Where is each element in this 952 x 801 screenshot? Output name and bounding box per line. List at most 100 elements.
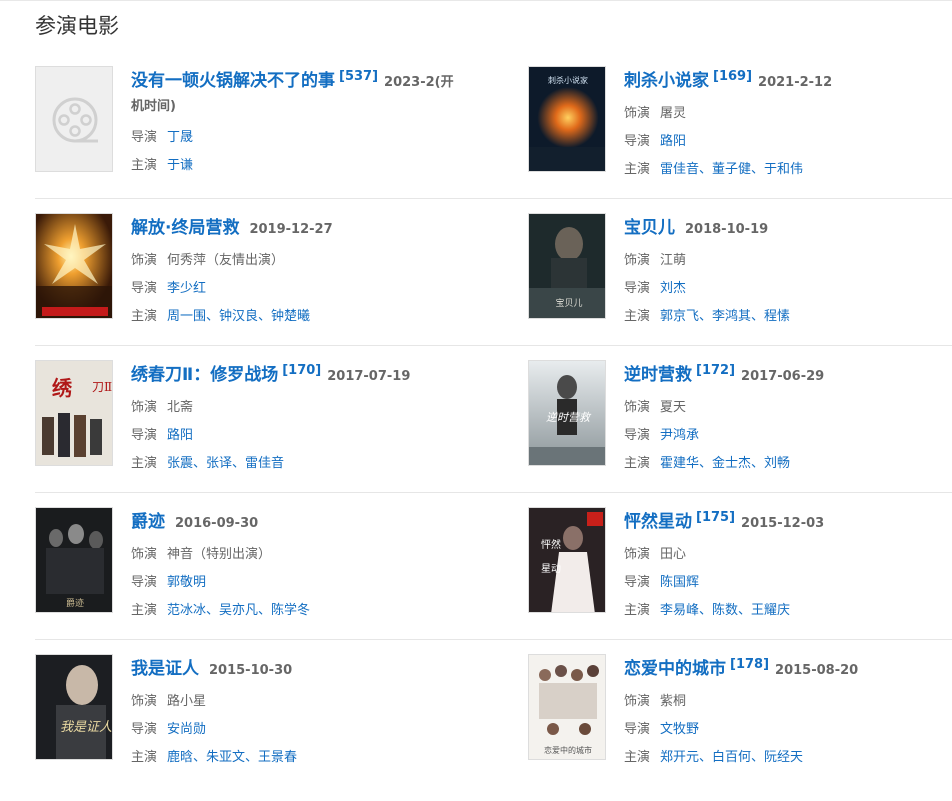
film-row: 绣 刀Ⅱ 绣春刀Ⅱ：修罗战场 [170] 2017-07-19 饰演 北斋 导演 路阳 … xyxy=(35,360,952,493)
director-label: 导演 xyxy=(131,281,158,296)
director-label: 导演 xyxy=(624,575,651,590)
film-count[interactable]: [170] xyxy=(282,363,321,378)
cast-links[interactable]: 霍建华、金士杰、刘畅 xyxy=(660,456,790,471)
poster-lianai: 恋爱中的城市 xyxy=(529,655,605,759)
cast-line: 主演 李易峰、陈数、王耀庆 xyxy=(624,597,952,625)
poster-baobeier: 宝贝儿 xyxy=(529,214,605,318)
poster-image[interactable]: 宝贝儿 xyxy=(528,213,606,319)
svg-text:爵迹: 爵迹 xyxy=(66,597,84,609)
role-label: 饰演 xyxy=(131,694,158,709)
director-link[interactable]: 路阳 xyxy=(660,134,686,149)
director-line: 导演 安尚勋 xyxy=(131,716,461,744)
cast-links[interactable]: 郭京飞、李鸿其、程愫 xyxy=(660,309,790,324)
film-title-link[interactable]: 恋爱中的城市 xyxy=(624,659,726,679)
director-link[interactable]: 李少红 xyxy=(167,281,206,296)
director-link[interactable]: 刘杰 xyxy=(660,281,686,296)
poster-image[interactable] xyxy=(35,213,113,319)
film-item: 没有一顿火锅解决不了的事 [537] 2023-2(开机时间) 导演 丁晟 主演 于谦 xyxy=(35,66,455,173)
director-line: 导演 刘杰 xyxy=(624,275,952,303)
film-date: 2017-06-29 xyxy=(741,369,825,384)
role-line: 饰演 江萌 xyxy=(624,247,952,275)
cast-links[interactable]: 张震、张译、雷佳音 xyxy=(167,456,284,471)
film-item: 绣 刀Ⅱ 绣春刀Ⅱ：修罗战场 [170] 2017-07-19 饰演 北斋 导演 路阳 … xyxy=(35,360,455,471)
role-label: 饰演 xyxy=(624,253,651,268)
director-link[interactable]: 尹鸿承 xyxy=(660,428,699,443)
film-item: 爵迹 爵迹 2016-09-30 饰演 神音（特别出演） 导演 郭敬明 主演 范冰冰、吴… xyxy=(35,507,455,618)
film-item: 怦然 星动 怦然星动 [175] 2015-12-03 饰演 田心 导演 陈国辉 主演李… xyxy=(528,507,948,618)
director-line: 导演 文牧野 xyxy=(624,716,952,744)
film-title-link[interactable]: 爵迹 xyxy=(131,512,165,532)
director-label: 导演 xyxy=(131,722,158,737)
cast-links[interactable]: 范冰冰、吴亦凡、陈学冬 xyxy=(167,603,310,618)
film-title-link[interactable]: 怦然星动 xyxy=(624,512,692,532)
film-title-link[interactable]: 解放·终局营救 xyxy=(131,218,239,238)
director-link[interactable]: 文牧野 xyxy=(660,722,699,737)
film-row: 爵迹 爵迹 2016-09-30 饰演 神音（特别出演） 导演 郭敬明 主演 范冰冰、吴… xyxy=(35,507,952,640)
cast-links[interactable]: 郑开元、白百何、阮经天 xyxy=(660,750,803,765)
director-link[interactable]: 路阳 xyxy=(167,428,193,443)
cast-links[interactable]: 鹿晗、朱亚文、王景春 xyxy=(167,750,297,765)
cast-label: 主演 xyxy=(624,750,651,765)
cast-label: 主演 xyxy=(131,603,158,618)
poster-placeholder[interactable] xyxy=(35,66,113,172)
film-title-link[interactable]: 没有一顿火锅解决不了的事 xyxy=(131,71,335,91)
role-line: 饰演 路小星 xyxy=(131,688,461,716)
svg-text:绣: 绣 xyxy=(52,376,73,400)
cast-line: 主演 张震、张译、雷佳音 xyxy=(131,450,461,478)
poster-image[interactable]: 我是证人 xyxy=(35,654,113,760)
director-link[interactable]: 陈国辉 xyxy=(660,575,699,590)
role-name: 何秀萍（友情出演） xyxy=(167,253,285,268)
cast-line: 主演 郭京飞、李鸿其、程愫 xyxy=(624,303,952,331)
role-line: 饰演 紫桐 xyxy=(624,688,952,716)
film-count[interactable]: [172] xyxy=(696,363,735,378)
film-item: 我是证人 我是证人 2015-10-30 饰演 路小星 导演 安尚勋 主演 鹿晗、朱亚文… xyxy=(35,654,455,765)
poster-image[interactable]: 绣 刀Ⅱ xyxy=(35,360,113,466)
director-line: 导演 陈国辉 xyxy=(624,569,952,597)
role-name: 夏天 xyxy=(660,400,687,415)
film-title-link[interactable]: 宝贝儿 xyxy=(624,218,675,238)
director-line: 导演 路阳 xyxy=(624,128,952,156)
role-name: 紫桐 xyxy=(660,694,687,709)
film-title-link[interactable]: 刺杀小说家 xyxy=(624,71,709,91)
cast-links[interactable]: 于谦 xyxy=(167,158,193,173)
role-label: 饰演 xyxy=(131,400,158,415)
film-count[interactable]: [178] xyxy=(730,657,769,672)
director-line: 导演 丁晟 xyxy=(131,124,461,152)
director-label: 导演 xyxy=(131,130,158,145)
director-link[interactable]: 安尚勋 xyxy=(167,722,206,737)
film-date: 2015-08-20 xyxy=(775,663,859,678)
film-count[interactable]: [175] xyxy=(696,510,735,525)
film-title-link[interactable]: 绣春刀Ⅱ：修罗战场 xyxy=(131,365,278,385)
director-link[interactable]: 郭敬明 xyxy=(167,575,206,590)
poster-image[interactable]: 逆时营救 xyxy=(528,360,606,466)
director-link[interactable]: 丁晟 xyxy=(167,130,193,145)
poster-image[interactable]: 怦然 星动 xyxy=(528,507,606,613)
role-line: 饰演 夏天 xyxy=(624,394,952,422)
poster-image[interactable]: 刺杀小说家 xyxy=(528,66,606,172)
cast-line: 主演 郑开元、白百何、阮经天 xyxy=(624,744,952,772)
film-item: 解放·终局营救 2019-12-27 饰演 何秀萍（友情出演） 导演 李少红 主演 周一… xyxy=(35,213,455,324)
film-title-link[interactable]: 逆时营救 xyxy=(624,365,692,385)
film-count[interactable]: [169] xyxy=(713,69,752,84)
cast-label: 主演 xyxy=(131,309,158,324)
director-line: 导演 郭敬明 xyxy=(131,569,461,597)
film-title-link[interactable]: 我是证人 xyxy=(131,659,199,679)
poster-image[interactable]: 爵迹 xyxy=(35,507,113,613)
cast-links[interactable]: 李易峰、陈数、王耀庆 xyxy=(660,603,790,618)
cast-links[interactable]: 雷佳音、董子健、于和伟 xyxy=(660,162,803,177)
cast-line: 主演 霍建华、金士杰、刘畅 xyxy=(624,450,952,478)
film-date: 2017-07-19 xyxy=(327,369,411,384)
film-date: 2018-10-19 xyxy=(685,222,769,237)
film-count[interactable]: [537] xyxy=(339,69,378,84)
role-line: 饰演 屠灵 xyxy=(624,100,952,128)
film-date: 2015-12-03 xyxy=(741,516,825,531)
poster-image[interactable]: 恋爱中的城市 xyxy=(528,654,606,760)
cast-links[interactable]: 周一围、钟汉良、钟楚曦 xyxy=(167,309,310,324)
cast-label: 主演 xyxy=(131,456,158,471)
cast-label: 主演 xyxy=(624,456,651,471)
poster-zhengren: 我是证人 xyxy=(36,655,112,759)
section-title: 参演电影 xyxy=(35,14,119,38)
cast-line: 主演 雷佳音、董子健、于和伟 xyxy=(624,156,952,184)
svg-text:刀Ⅱ: 刀Ⅱ xyxy=(92,380,112,394)
cast-label: 主演 xyxy=(624,309,651,324)
